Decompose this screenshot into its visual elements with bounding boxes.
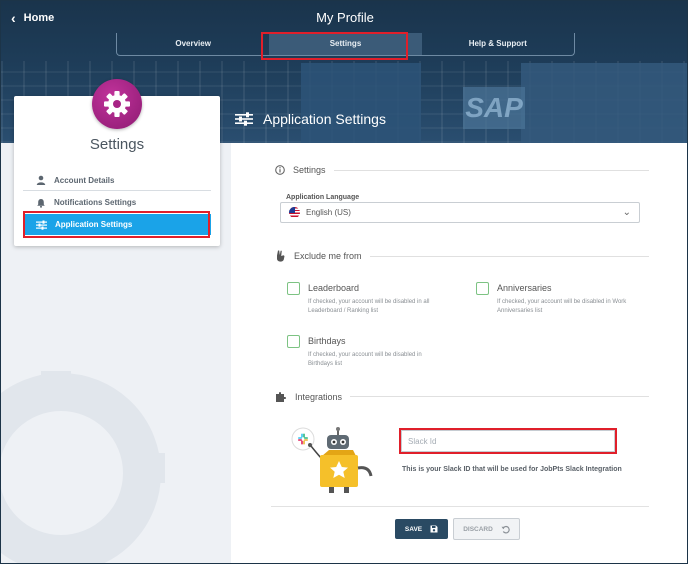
integrations-section-header: Integrations <box>275 391 649 402</box>
language-value: English (US) <box>306 208 351 217</box>
sliders-icon <box>235 112 253 126</box>
gear-watermark-tooth <box>141 453 165 483</box>
anniversaries-description: If checked, your account will be disable… <box>497 299 627 314</box>
bell-icon <box>37 198 45 208</box>
language-select[interactable]: English (US) ⌄ <box>280 202 640 223</box>
gear-watermark-tooth <box>41 371 71 395</box>
banner-building <box>521 63 687 143</box>
birthdays-checkbox[interactable] <box>287 335 300 348</box>
save-button[interactable]: SAVE <box>395 519 448 539</box>
banner-sap-sign: SAP <box>463 87 525 129</box>
section-divider <box>369 255 649 257</box>
slack-id-help-text: This is your Slack ID that will be used … <box>402 466 622 473</box>
anniversaries-title: Anniversaries <box>497 283 552 293</box>
section-heading-text: Application Settings <box>263 111 386 127</box>
section-divider <box>333 169 649 171</box>
user-icon <box>36 175 46 185</box>
puzzle-icon <box>276 391 287 402</box>
exclude-section-header: Exclude me from <box>275 250 649 262</box>
leaderboard-description: If checked, your account will be disable… <box>308 299 430 314</box>
sidebar-item-label: Account Details <box>54 175 115 185</box>
info-icon <box>275 165 285 175</box>
gear-watermark-icon <box>1 373 161 563</box>
us-flag-icon <box>289 207 300 218</box>
discard-button-label: DISCARD <box>463 525 493 533</box>
language-label: Application Language <box>286 194 360 201</box>
birthdays-title: Birthdays <box>308 336 346 346</box>
chevron-down-icon: ⌄ <box>622 207 631 218</box>
anniversaries-checkbox[interactable] <box>476 282 489 295</box>
leaderboard-checkbox[interactable] <box>287 282 300 295</box>
leaderboard-title: Leaderboard <box>308 283 360 293</box>
banner-building <box>301 63 421 143</box>
application-settings-heading: Application Settings <box>235 111 386 127</box>
birthdays-description: If checked, your account will be disable… <box>308 352 422 367</box>
tab-help-support[interactable]: Help & Support <box>422 33 574 55</box>
settings-section-label: Settings <box>293 165 326 175</box>
slack-id-input[interactable] <box>401 430 615 452</box>
save-button-label: SAVE <box>404 525 423 533</box>
settings-section-header: Settings <box>275 165 649 175</box>
floppy-disk-icon <box>430 525 438 533</box>
gear-badge <box>92 79 142 129</box>
my-profile-page: SAP ‹ Home My Profile Overview Settings … <box>0 0 688 564</box>
sidebar-item-account-details[interactable]: Account Details <box>23 170 211 191</box>
application-settings-highlight <box>23 211 210 238</box>
gear-icon <box>104 91 130 117</box>
actions-divider <box>271 506 649 507</box>
page-title: My Profile <box>316 10 374 25</box>
sidebar-item-notifications-settings[interactable]: Notifications Settings <box>23 192 211 213</box>
slack-robot-illustration <box>291 427 373 493</box>
tab-overview[interactable]: Overview <box>117 33 269 55</box>
undo-icon <box>501 525 510 533</box>
sidebar-item-label: Notifications Settings <box>54 198 137 207</box>
settings-card-title: Settings <box>89 136 145 153</box>
exclude-section-label: Exclude me from <box>294 251 362 261</box>
settings-tab-highlight <box>261 32 408 60</box>
integrations-section-label: Integrations <box>295 391 343 402</box>
hand-peace-icon <box>277 250 285 262</box>
discard-button[interactable]: DISCARD <box>453 518 520 540</box>
section-divider <box>350 396 649 397</box>
